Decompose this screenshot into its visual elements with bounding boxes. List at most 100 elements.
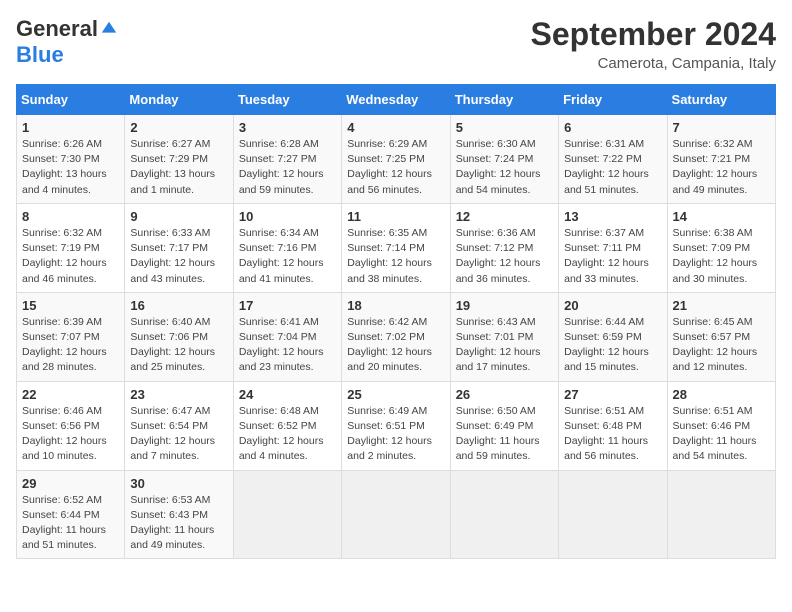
day-info: Sunrise: 6:34 AMSunset: 7:16 PMDaylight:… <box>239 226 336 287</box>
location: Camerota, Campania, Italy <box>531 55 776 72</box>
calendar-week-row: 29Sunrise: 6:52 AMSunset: 6:44 PMDayligh… <box>17 470 776 559</box>
day-info: Sunrise: 6:52 AMSunset: 6:44 PMDaylight:… <box>22 493 119 554</box>
calendar-cell: 22Sunrise: 6:46 AMSunset: 6:56 PMDayligh… <box>17 381 125 470</box>
calendar-week-row: 22Sunrise: 6:46 AMSunset: 6:56 PMDayligh… <box>17 381 776 470</box>
day-info: Sunrise: 6:45 AMSunset: 6:57 PMDaylight:… <box>673 315 770 376</box>
header-thursday: Thursday <box>450 85 558 115</box>
day-number: 25 <box>347 387 444 402</box>
calendar-cell: 9 Sunrise: 6:33 AMSunset: 7:17 PMDaylight… <box>125 203 233 292</box>
day-info: Sunrise: 6:32 AMSunset: 7:19 PMDaylight:… <box>22 226 119 287</box>
day-info: Sunrise: 6:37 AMSunset: 7:11 PMDaylight:… <box>564 226 661 287</box>
day-number: 24 <box>239 387 336 402</box>
day-info: Sunrise: 6:51 AMSunset: 6:48 PMDaylight:… <box>564 404 661 465</box>
title-area: September 2024 Camerota, Campania, Italy <box>531 16 776 72</box>
calendar-cell: 24 Sunrise: 6:48 AMSunset: 6:52 PMDayligh… <box>233 381 341 470</box>
calendar-cell: 1 Sunrise: 6:26 AMSunset: 7:30 PMDaylight… <box>17 115 125 204</box>
calendar-cell <box>667 470 775 559</box>
calendar-cell: 21 Sunrise: 6:45 AMSunset: 6:57 PMDayligh… <box>667 292 775 381</box>
calendar-cell: 2 Sunrise: 6:27 AMSunset: 7:29 PMDaylight… <box>125 115 233 204</box>
day-info: Sunrise: 6:27 AMSunset: 7:29 PMDaylight:… <box>130 137 227 198</box>
header-wednesday: Wednesday <box>342 85 450 115</box>
calendar-week-row: 1 Sunrise: 6:26 AMSunset: 7:30 PMDaylight… <box>17 115 776 204</box>
day-info: Sunrise: 6:44 AMSunset: 6:59 PMDaylight:… <box>564 315 661 376</box>
calendar-cell: 20 Sunrise: 6:44 AMSunset: 6:59 PMDayligh… <box>559 292 667 381</box>
calendar-cell: 14 Sunrise: 6:38 AMSunset: 7:09 PMDayligh… <box>667 203 775 292</box>
calendar-cell <box>559 470 667 559</box>
day-number: 30 <box>130 476 227 491</box>
calendar-cell: 25 Sunrise: 6:49 AMSunset: 6:51 PMDayligh… <box>342 381 450 470</box>
calendar-cell: 16 Sunrise: 6:40 AMSunset: 7:06 PMDayligh… <box>125 292 233 381</box>
day-number: 8 <box>22 209 119 224</box>
header-saturday: Saturday <box>667 85 775 115</box>
day-info: Sunrise: 6:36 AMSunset: 7:12 PMDaylight:… <box>456 226 553 287</box>
day-info: Sunrise: 6:35 AMSunset: 7:14 PMDaylight:… <box>347 226 444 287</box>
day-info: Sunrise: 6:47 AMSunset: 6:54 PMDaylight:… <box>130 404 227 465</box>
day-info: Sunrise: 6:38 AMSunset: 7:09 PMDaylight:… <box>673 226 770 287</box>
day-number: 27 <box>564 387 661 402</box>
calendar-cell: 12 Sunrise: 6:36 AMSunset: 7:12 PMDayligh… <box>450 203 558 292</box>
calendar-cell: 6 Sunrise: 6:31 AMSunset: 7:22 PMDaylight… <box>559 115 667 204</box>
day-info: Sunrise: 6:40 AMSunset: 7:06 PMDaylight:… <box>130 315 227 376</box>
calendar-cell: 4Sunrise: 6:29 AMSunset: 7:25 PMDaylight… <box>342 115 450 204</box>
calendar-cell: 7 Sunrise: 6:32 AMSunset: 7:21 PMDaylight… <box>667 115 775 204</box>
day-info: Sunrise: 6:26 AMSunset: 7:30 PMDaylight:… <box>22 137 119 198</box>
calendar-cell: 10 Sunrise: 6:34 AMSunset: 7:16 PMDayligh… <box>233 203 341 292</box>
day-info: Sunrise: 6:46 AMSunset: 6:56 PMDaylight:… <box>22 404 119 465</box>
day-number: 14 <box>673 209 770 224</box>
header-sunday: Sunday <box>17 85 125 115</box>
calendar-week-row: 8 Sunrise: 6:32 AMSunset: 7:19 PMDaylight… <box>17 203 776 292</box>
calendar-cell <box>450 470 558 559</box>
calendar-table: Sunday Monday Tuesday Wednesday Thursday… <box>16 84 776 559</box>
calendar-cell: 23 Sunrise: 6:47 AMSunset: 6:54 PMDayligh… <box>125 381 233 470</box>
day-info: Sunrise: 6:32 AMSunset: 7:21 PMDaylight:… <box>673 137 770 198</box>
day-number: 5 <box>456 120 553 135</box>
calendar-cell: 30 Sunrise: 6:53 AMSunset: 6:43 PMDayligh… <box>125 470 233 559</box>
day-info: Sunrise: 6:33 AMSunset: 7:17 PMDaylight:… <box>130 226 227 287</box>
calendar-cell: 5 Sunrise: 6:30 AMSunset: 7:24 PMDaylight… <box>450 115 558 204</box>
calendar-cell: 13 Sunrise: 6:37 AMSunset: 7:11 PMDayligh… <box>559 203 667 292</box>
header-friday: Friday <box>559 85 667 115</box>
calendar-cell: 26Sunrise: 6:50 AMSunset: 6:49 PMDayligh… <box>450 381 558 470</box>
calendar-cell: 29Sunrise: 6:52 AMSunset: 6:44 PMDayligh… <box>17 470 125 559</box>
day-number: 1 <box>22 120 119 135</box>
day-number: 16 <box>130 298 227 313</box>
day-number: 19 <box>456 298 553 313</box>
day-number: 23 <box>130 387 227 402</box>
calendar-cell: 28Sunrise: 6:51 AMSunset: 6:46 PMDayligh… <box>667 381 775 470</box>
day-number: 3 <box>239 120 336 135</box>
day-number: 17 <box>239 298 336 313</box>
day-info: Sunrise: 6:50 AMSunset: 6:49 PMDaylight:… <box>456 404 553 465</box>
calendar-header-row: Sunday Monday Tuesday Wednesday Thursday… <box>17 85 776 115</box>
calendar-week-row: 15 Sunrise: 6:39 AMSunset: 7:07 PMDayligh… <box>17 292 776 381</box>
day-number: 6 <box>564 120 661 135</box>
day-info: Sunrise: 6:28 AMSunset: 7:27 PMDaylight:… <box>239 137 336 198</box>
day-number: 12 <box>456 209 553 224</box>
day-info: Sunrise: 6:48 AMSunset: 6:52 PMDaylight:… <box>239 404 336 465</box>
day-number: 2 <box>130 120 227 135</box>
day-info: Sunrise: 6:43 AMSunset: 7:01 PMDaylight:… <box>456 315 553 376</box>
logo-general: General <box>16 16 98 42</box>
page-header: General Blue September 2024 Camerota, Ca… <box>16 16 776 72</box>
logo-icon <box>100 20 118 38</box>
day-number: 7 <box>673 120 770 135</box>
logo: General Blue <box>16 16 118 68</box>
logo-blue: Blue <box>16 42 64 68</box>
calendar-cell: 8 Sunrise: 6:32 AMSunset: 7:19 PMDaylight… <box>17 203 125 292</box>
day-number: 15 <box>22 298 119 313</box>
day-info: Sunrise: 6:49 AMSunset: 6:51 PMDaylight:… <box>347 404 444 465</box>
header-monday: Monday <box>125 85 233 115</box>
day-info: Sunrise: 6:53 AMSunset: 6:43 PMDaylight:… <box>130 493 227 554</box>
day-number: 9 <box>130 209 227 224</box>
day-info: Sunrise: 6:31 AMSunset: 7:22 PMDaylight:… <box>564 137 661 198</box>
day-number: 13 <box>564 209 661 224</box>
day-info: Sunrise: 6:41 AMSunset: 7:04 PMDaylight:… <box>239 315 336 376</box>
calendar-cell <box>342 470 450 559</box>
day-info: Sunrise: 6:30 AMSunset: 7:24 PMDaylight:… <box>456 137 553 198</box>
day-number: 28 <box>673 387 770 402</box>
day-number: 10 <box>239 209 336 224</box>
calendar-cell: 15 Sunrise: 6:39 AMSunset: 7:07 PMDayligh… <box>17 292 125 381</box>
day-number: 20 <box>564 298 661 313</box>
month-title: September 2024 <box>531 16 776 53</box>
day-number: 21 <box>673 298 770 313</box>
day-info: Sunrise: 6:39 AMSunset: 7:07 PMDaylight:… <box>22 315 119 376</box>
